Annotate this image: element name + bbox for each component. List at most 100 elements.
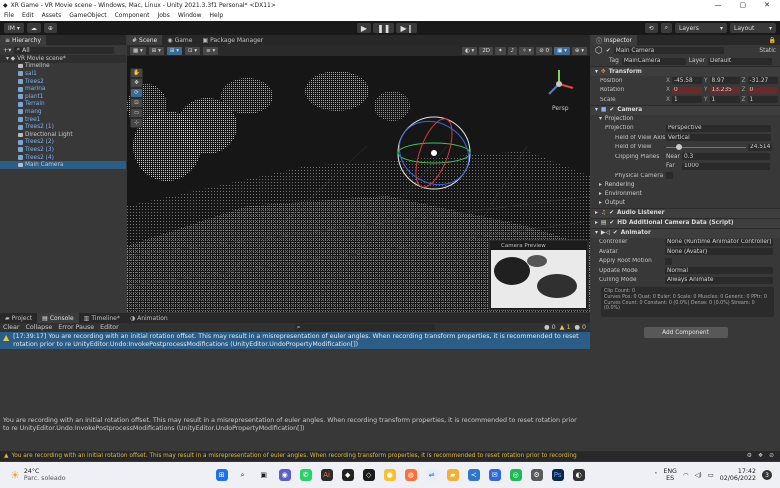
update-mode-dropdown[interactable]: Normal xyxy=(665,267,773,275)
rotate-tool-icon[interactable]: ⟳ xyxy=(131,89,142,97)
menu-assets[interactable]: Assets xyxy=(42,12,62,19)
illustrator-icon[interactable]: Ai xyxy=(320,469,333,481)
hierarchy-item[interactable]: Trees2 (2) xyxy=(0,139,126,147)
lock-icon[interactable]: 🔒 xyxy=(769,37,780,44)
output-section[interactable]: ▸ Output xyxy=(591,199,780,208)
hierarchy-item[interactable]: Terrain xyxy=(0,101,126,109)
hierarchy-item[interactable]: plant1 xyxy=(0,93,126,101)
scale-tool-icon[interactable]: ⊡ xyxy=(131,99,142,107)
console-search-input[interactable]: ⌕ xyxy=(294,324,435,331)
tab-animation[interactable]: ◑ Animation xyxy=(125,313,173,323)
menu-gameobject[interactable]: GameObject xyxy=(69,12,106,19)
collab-icon[interactable]: ⊕ xyxy=(43,23,57,33)
scale-z-field[interactable]: 1 xyxy=(747,96,778,104)
chat-icon[interactable]: ◉ xyxy=(278,469,291,481)
hierarchy-item[interactable]: mang xyxy=(0,108,126,116)
fov-field[interactable]: 24.514 xyxy=(748,143,772,151)
position-y-field[interactable]: 8.97 xyxy=(709,77,740,85)
steam-icon[interactable]: ◐ xyxy=(572,469,585,481)
error-count[interactable]: ● 0 xyxy=(574,324,586,331)
transform-header[interactable]: ▾ ✥ Transform xyxy=(591,66,780,76)
layout-dropdown[interactable]: Layout ▾ xyxy=(730,23,776,33)
rendering-section[interactable]: ▸ Rendering xyxy=(591,181,780,190)
account-dropdown[interactable]: IM ▾ xyxy=(4,23,24,33)
snap-button[interactable]: ≡ ▾ xyxy=(203,46,219,55)
audio-listener-header[interactable]: ▸ ♫ ✔ Audio Listener xyxy=(591,207,780,218)
persp-label[interactable]: Persp xyxy=(552,105,569,112)
fov-axis-dropdown[interactable]: Vertical xyxy=(666,134,771,142)
status-bar[interactable]: ▲ You are recording with an initial rota… xyxy=(0,451,780,461)
near-field[interactable]: 0.3 xyxy=(682,153,770,161)
progress-icon[interactable]: ⚙ xyxy=(747,453,752,459)
far-field[interactable]: 1000 xyxy=(682,162,770,170)
notification-icon[interactable]: 3 xyxy=(762,470,772,480)
settings-icon[interactable]: ⚙ xyxy=(530,469,543,481)
compile-icon[interactable]: ⊘ xyxy=(769,453,774,459)
avatar-field[interactable]: None (Avatar) xyxy=(665,248,773,256)
hierarchy-item[interactable]: Trees2 (4) xyxy=(0,154,126,162)
tab-package-manager[interactable]: ▣ Package Manager xyxy=(197,35,268,45)
console-entry[interactable]: ▲ [17:39:17] You are recording with an i… xyxy=(0,332,590,349)
tab-game[interactable]: ◉ Game xyxy=(162,35,197,45)
pivot-button[interactable]: ⊞ ▾ xyxy=(166,46,182,55)
tab-inspector[interactable]: ⓘ Inspector xyxy=(591,35,638,45)
hierarchy-item[interactable]: Directional Light xyxy=(0,131,126,139)
enabled-checkbox[interactable]: ✔ xyxy=(609,220,614,226)
collapse-button[interactable]: Collapse xyxy=(25,324,52,331)
play-icon[interactable]: ▶ xyxy=(356,23,372,33)
hierarchy-item[interactable]: Timeline xyxy=(0,63,126,71)
pause-icon[interactable]: ❚❚ xyxy=(373,23,395,33)
fx-icon[interactable]: ✧ ▾ xyxy=(519,46,535,55)
snap-increment-button[interactable]: ⊡ ▾ xyxy=(184,46,201,55)
rect-tool-icon[interactable]: ▭ xyxy=(131,109,142,117)
light-icon[interactable]: ✦ xyxy=(495,46,506,55)
hierarchy-item[interactable]: Trees2 (3) xyxy=(0,146,126,154)
projection-dropdown[interactable]: Perspective xyxy=(666,124,771,132)
spotify-icon[interactable]: ◎ xyxy=(509,469,522,481)
search-icon[interactable]: ⌕ xyxy=(237,469,249,481)
tag-dropdown[interactable]: MainCamera xyxy=(621,57,686,65)
add-component-button[interactable]: Add Component xyxy=(643,327,728,338)
firefox-icon[interactable]: ◍ xyxy=(404,469,417,481)
mail-icon[interactable]: ✉ xyxy=(488,469,501,481)
enabled-checkbox[interactable]: ✔ xyxy=(613,230,618,236)
scene-viewport[interactable]: Persp Camera Preview xyxy=(127,56,590,312)
projection-section[interactable]: ▾ Projection xyxy=(591,115,780,124)
draw-mode-button[interactable]: ▦ ▾ xyxy=(130,46,146,55)
enabled-checkbox[interactable]: ✔ xyxy=(609,210,614,216)
enabled-checkbox[interactable]: ✔ xyxy=(609,107,614,113)
rotation-z-field[interactable]: 0 xyxy=(747,86,778,94)
hierarchy-item[interactable]: marina xyxy=(0,85,126,93)
menu-window[interactable]: Window xyxy=(178,12,202,19)
search-icon[interactable]: ⌕ xyxy=(660,23,672,33)
photoshop-icon[interactable]: Ps xyxy=(551,469,564,481)
grid-snap-button[interactable]: ⊞ ▾ xyxy=(148,46,164,55)
rotation-x-field[interactable]: 0 xyxy=(671,86,702,94)
clock[interactable]: 17:42 02/06/2022 xyxy=(720,468,756,482)
chrome-icon[interactable]: ● xyxy=(383,469,396,481)
weather-widget[interactable]: ☀ 24°C Parc. soleado xyxy=(0,468,66,482)
clear-button[interactable]: Clear xyxy=(3,324,19,331)
menu-help[interactable]: Help xyxy=(210,12,224,19)
menu-edit[interactable]: Edit xyxy=(22,12,34,19)
scene-root[interactable]: ▾ ◆ VR Movie scene* xyxy=(0,55,126,63)
hierarchy-item[interactable]: Trees2 xyxy=(0,78,126,86)
debug-icon[interactable]: ❖ xyxy=(758,453,763,459)
scale-x-field[interactable]: 1 xyxy=(671,96,702,104)
tab-timeline[interactable]: ▥ Timeline* xyxy=(79,313,125,323)
task-view-icon[interactable]: ▣ xyxy=(258,469,270,481)
history-icon[interactable]: ⟲ xyxy=(644,23,658,33)
maximize-button[interactable]: ▢ xyxy=(740,1,747,9)
step-icon[interactable]: ▶❙ xyxy=(396,23,418,33)
hierarchy-item[interactable]: tree1 xyxy=(0,116,126,124)
error-pause-button[interactable]: Error Pause xyxy=(58,324,94,331)
info-count[interactable]: ● 0 xyxy=(544,324,556,331)
editor-dropdown[interactable]: Editor xyxy=(100,324,119,331)
static-toggle[interactable]: Static xyxy=(759,48,780,54)
layers-dropdown[interactable]: Layers ▾ xyxy=(675,23,727,33)
unity-hub-icon[interactable]: ◆ xyxy=(341,469,354,481)
hidden-icon[interactable]: ⊘ 0 xyxy=(536,46,553,55)
hd-camera-header[interactable]: ▸ ▤ ✔ HD Additional Camera Data (Script) xyxy=(591,217,780,228)
fov-slider-handle[interactable] xyxy=(676,143,682,150)
menu-component[interactable]: Component xyxy=(115,12,150,19)
